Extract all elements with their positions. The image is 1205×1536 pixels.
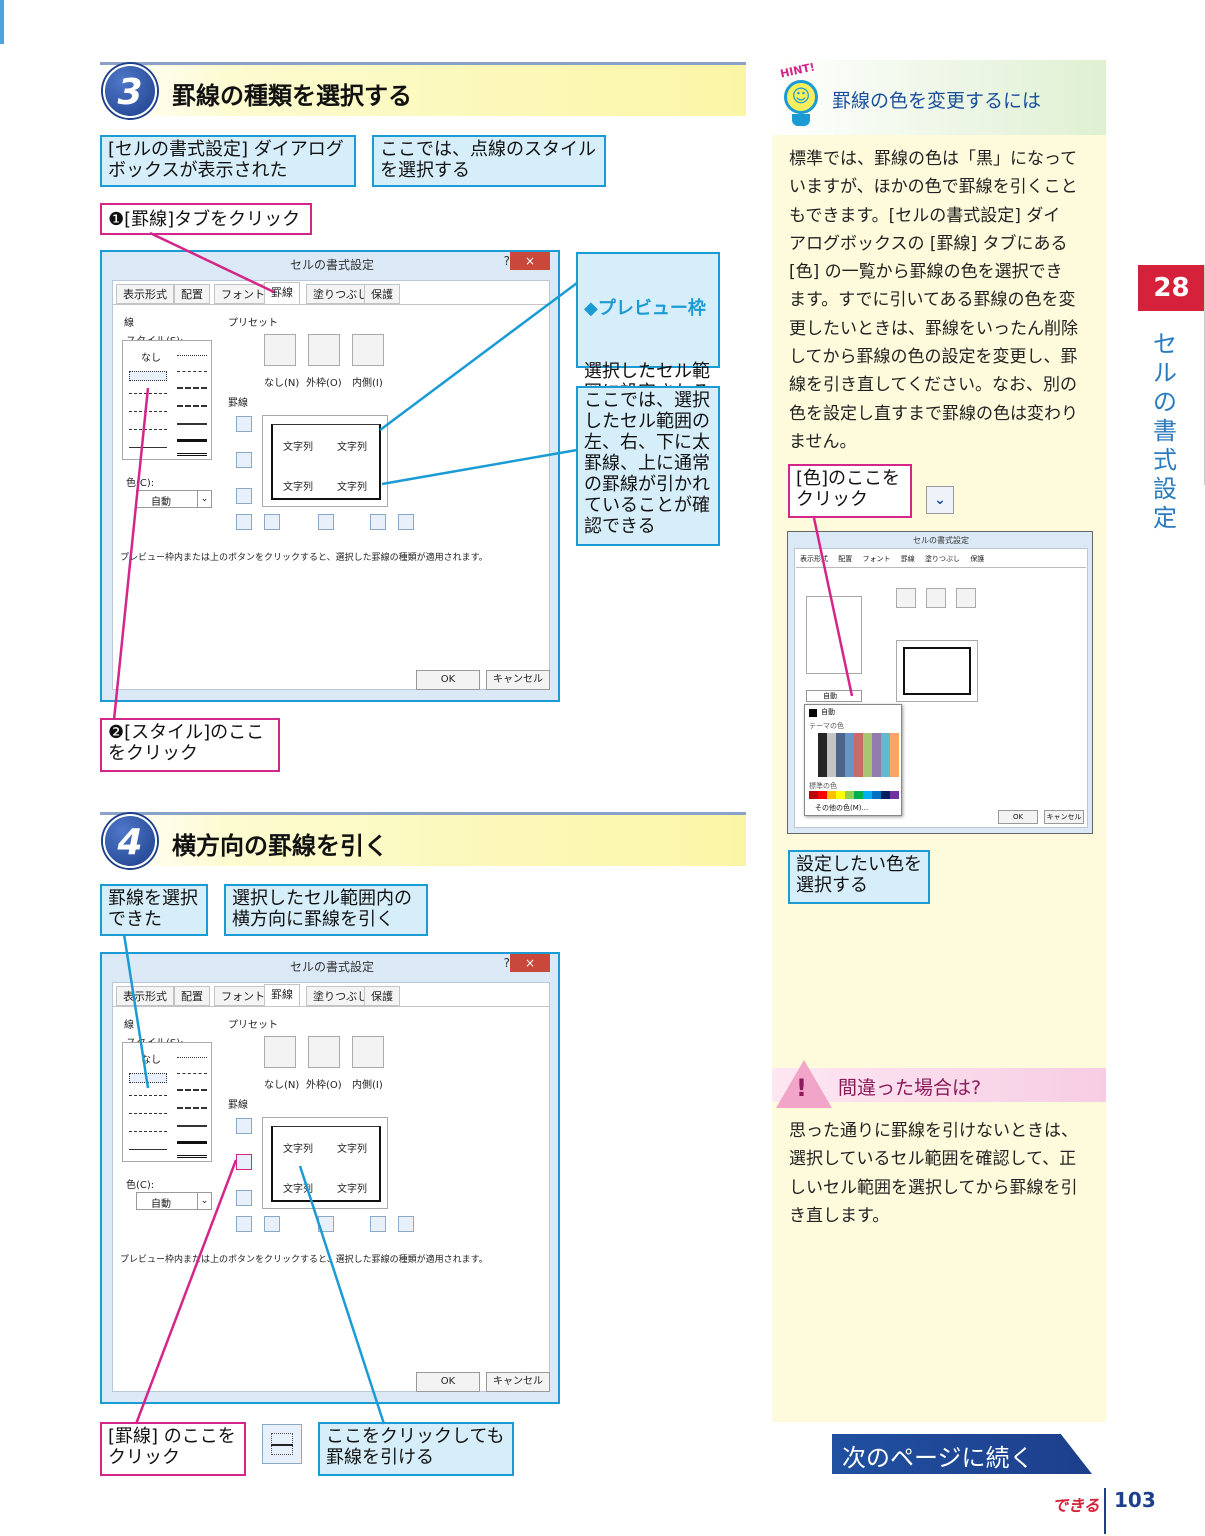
mini-tab-protection[interactable]: 保護 (970, 555, 984, 563)
color-dropdown-icon: ⌄ (926, 486, 954, 514)
footer-divider (1104, 1488, 1106, 1534)
sidebar-connector (812, 517, 854, 697)
palette-theme-label: テーマの色 (809, 722, 844, 730)
step3-connectors (112, 231, 578, 721)
palette-standard-row[interactable] (809, 791, 899, 799)
connector-style (112, 387, 150, 721)
mini-preview[interactable] (896, 640, 978, 702)
mini-ok-button[interactable]: OK (998, 810, 1038, 824)
hint-body: 標準では、罫線の色は「黒」になって いますが、ほかの色で罫線を引くこと もできま… (789, 149, 1078, 452)
mini-tab-border[interactable]: 罫線 (901, 555, 915, 563)
mini-preset-inside[interactable] (956, 588, 976, 608)
mini-preset-outline[interactable] (926, 588, 946, 608)
mini-preset-buttons (896, 588, 980, 608)
connector-check (381, 448, 578, 486)
mini-preview-grid (903, 647, 971, 695)
page-number: 103 (1114, 1488, 1156, 1512)
next-page-label: 次のページに続く (842, 1444, 1034, 1472)
connector-border-btn (134, 1159, 238, 1425)
palette-theme-grid[interactable] (809, 733, 899, 777)
connector-color (812, 517, 854, 697)
palette-more-colors[interactable]: その他の色(M)... (815, 803, 868, 813)
mini-cancel-button[interactable]: キャンセル (1044, 810, 1084, 824)
connector-click-here (298, 1165, 386, 1425)
callout-pick-color: 設定したい色を 選択する (788, 850, 930, 904)
color-palette-popup[interactable]: 自動 テーマの色 標準の色 その他の色(M)... (804, 704, 902, 816)
warning-title: 間違った場合は? (838, 1077, 982, 1099)
lightbulb-icon: HINT! ☺ (779, 61, 824, 130)
chapter-number: 28 (1138, 265, 1205, 311)
mini-tab-fill[interactable]: 塗りつぶし (925, 555, 960, 563)
warning-body: 思った通りに罫線を引けないときは、 選択しているセル範囲を確認して、正 しいセル… (789, 1121, 1078, 1226)
palette-standard-label: 標準の色 (809, 782, 837, 790)
step4-connectors (122, 933, 386, 1425)
warning-icon-mark: ! (796, 1074, 807, 1102)
hint-title: 罫線の色を変更するには (832, 90, 1042, 112)
left-edge-mark (0, 0, 4, 44)
bulb-globe: ☺ (784, 80, 818, 114)
footer-brand: できる (1052, 1496, 1100, 1515)
connector-tab (149, 231, 275, 294)
connector-selected (122, 933, 150, 1089)
chapter-title: セルの書式設定 (1153, 330, 1177, 532)
bulb-base (792, 114, 810, 126)
connector-preview (379, 281, 578, 432)
palette-auto-swatch[interactable] (809, 709, 817, 717)
